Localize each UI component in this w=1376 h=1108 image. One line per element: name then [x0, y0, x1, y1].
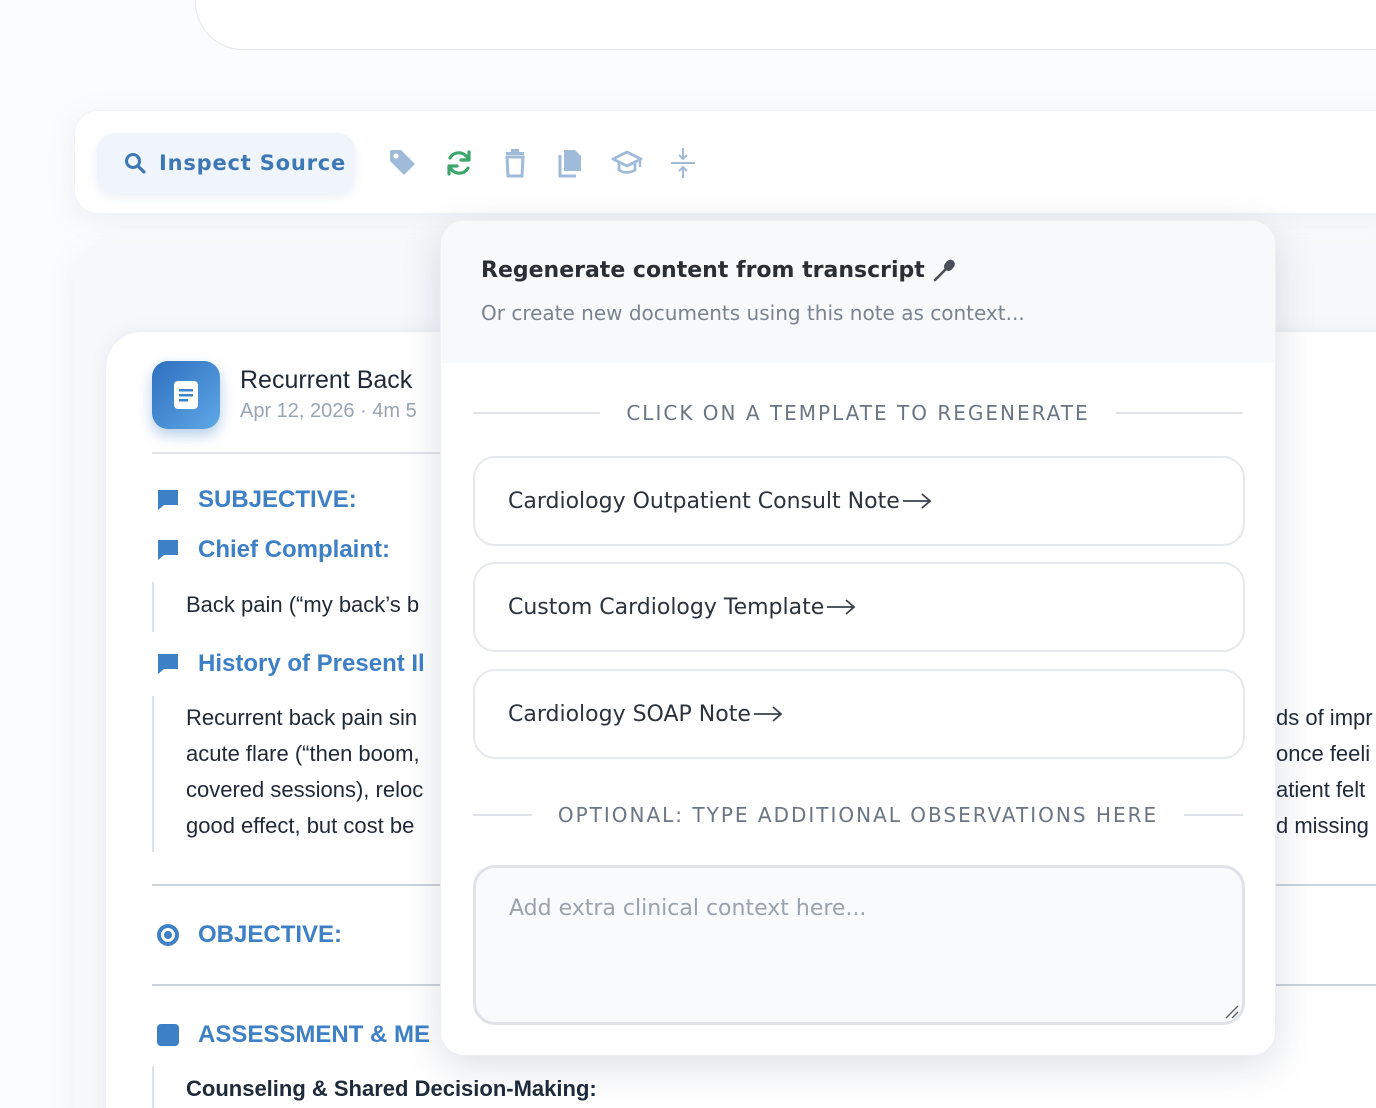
hpi-line-right: once feeli — [1276, 741, 1371, 766]
top-card — [195, 0, 1376, 50]
education-button[interactable] — [609, 145, 645, 181]
section-chief-complaint: Chief Complaint: — [156, 536, 390, 564]
header-divider — [152, 452, 452, 454]
optional-separator: OPTIONAL: TYPE ADDITIONAL OBSERVATIONS H… — [473, 803, 1243, 827]
additional-context-input[interactable] — [473, 865, 1245, 1025]
comment-icon — [158, 490, 178, 510]
hpi-line: covered sessions), reloc — [186, 777, 424, 802]
popover-subtitle: Or create new documents using this note … — [481, 301, 1025, 325]
popover-title: Regenerate content from transcript — [481, 257, 1235, 283]
collapse-button[interactable] — [665, 145, 701, 181]
section-subjective: SUBJECTIVE: — [156, 486, 357, 514]
quote-bar — [152, 582, 154, 632]
tag-button[interactable] — [385, 145, 421, 181]
hpi-line: Recurrent back pain sin — [186, 705, 418, 730]
graduation-cap-icon — [611, 150, 643, 174]
copy-icon — [558, 150, 581, 178]
templates-separator: CLICK ON A TEMPLATE TO REGENERATE — [473, 401, 1243, 425]
microphone-icon — [933, 259, 955, 282]
target-icon — [157, 924, 179, 946]
regenerate-button[interactable] — [441, 145, 477, 181]
template-button-custom-cardiology[interactable]: Custom Cardiology Template — [473, 562, 1245, 652]
comment-icon — [158, 540, 178, 560]
trash-icon — [505, 149, 525, 178]
arrow-right-icon — [902, 493, 932, 509]
refresh-icon — [447, 150, 471, 176]
section-assessment: ASSESSMENT & ME — [156, 1021, 430, 1049]
hpi-line: good effect, but cost be — [186, 813, 415, 838]
note-meta: Apr 12, 2026 · 4m 5 — [240, 400, 417, 422]
arrow-right-icon — [753, 706, 783, 722]
template-button-soap-note[interactable]: Cardiology SOAP Note — [473, 669, 1245, 759]
copy-button[interactable] — [553, 145, 589, 181]
quote-bar — [152, 1066, 154, 1108]
tag-icon — [390, 150, 415, 175]
template-button-outpatient-consult[interactable]: Cardiology Outpatient Consult Note — [473, 456, 1245, 546]
hpi-line-right: atient felt — [1276, 777, 1366, 802]
hpi-line-right: ds of impr — [1276, 705, 1373, 730]
resize-grip-icon[interactable] — [1223, 1003, 1239, 1019]
inspect-source-button[interactable]: Inspect Source — [97, 133, 355, 193]
note-title: Recurrent Back — [240, 366, 413, 394]
chief-complaint-text: Back pain (“my back’s b — [186, 592, 420, 617]
comment-icon — [158, 654, 178, 674]
regenerate-popover: Regenerate content from transcript Or cr… — [440, 220, 1276, 1056]
section-hpi: History of Present Il — [156, 650, 425, 678]
popover-header: Regenerate content from transcript Or cr… — [441, 221, 1275, 363]
square-icon — [157, 1024, 179, 1046]
inspect-source-label: Inspect Source — [159, 151, 347, 175]
counseling-heading: Counseling & Shared Decision-Making: — [186, 1076, 597, 1101]
document-icon — [152, 361, 220, 429]
hpi-line: acute flare (“then boom, — [186, 741, 420, 766]
search-icon — [125, 153, 146, 174]
collapse-icon — [671, 148, 695, 178]
section-objective: OBJECTIVE: — [156, 921, 342, 949]
hpi-line-right: d missing — [1276, 813, 1369, 838]
delete-button[interactable] — [497, 145, 533, 181]
arrow-right-icon — [827, 599, 856, 615]
quote-bar — [152, 696, 154, 852]
note-toolbar: Inspect Source — [74, 110, 1376, 214]
